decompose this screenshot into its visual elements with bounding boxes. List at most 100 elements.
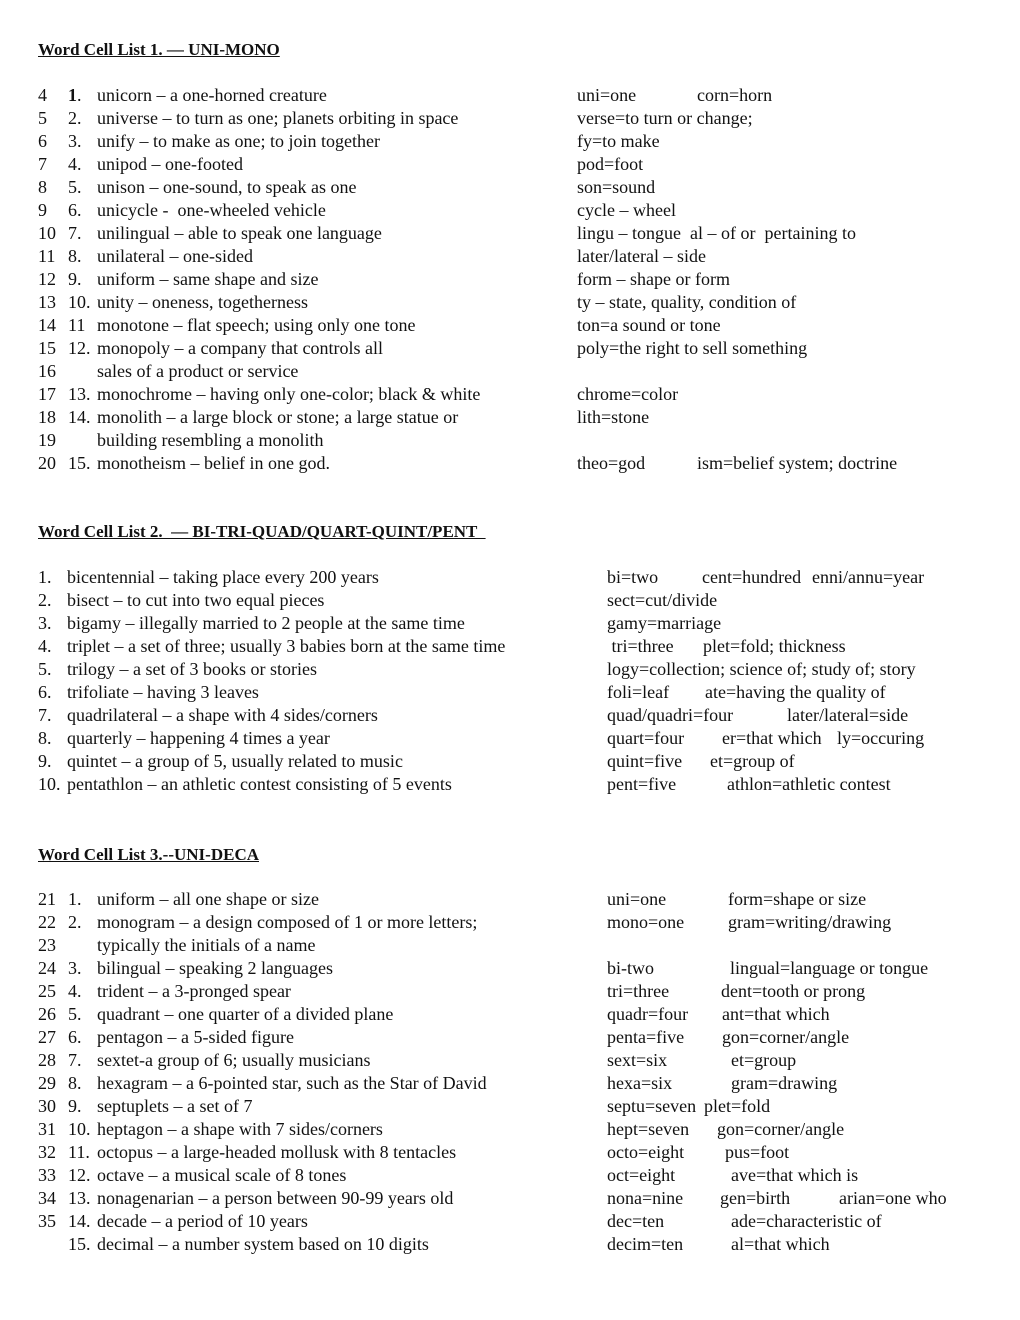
word-root: quart=four xyxy=(607,728,685,748)
line-number: 11 xyxy=(38,246,56,266)
word-root: tri=three xyxy=(607,636,674,656)
word-root: lingu – tongue al – of or pertaining to xyxy=(577,223,856,243)
word-root: quad/quadri=four xyxy=(607,705,734,725)
item-number: 11 xyxy=(68,315,86,335)
word-definition: universe – to turn as one; planets orbit… xyxy=(97,108,459,128)
item-number: 5. xyxy=(68,177,82,197)
word-root: dent=tooth or prong xyxy=(721,981,866,1001)
line-number: 30 xyxy=(38,1096,56,1116)
word-definition: pentathlon – an athletic contest consist… xyxy=(67,774,452,794)
line-number: 21 xyxy=(38,889,56,909)
word-definition: monolith – a large block or stone; a lar… xyxy=(97,407,459,427)
word-root: form – shape or form xyxy=(577,269,730,289)
word-root: cycle – wheel xyxy=(577,200,676,220)
word-root: ant=that which xyxy=(722,1004,830,1024)
item-number: 14. xyxy=(68,407,91,427)
word-definition: pentagon – a 5-sided figure xyxy=(97,1027,294,1047)
word-root: logy=collection; science of; study of; s… xyxy=(607,659,916,679)
word-root: al=that which xyxy=(731,1234,830,1254)
word-root: et=group xyxy=(731,1050,797,1070)
word-definition: decade – a period of 10 years xyxy=(97,1211,308,1231)
word-definition: monogram – a design composed of 1 or mor… xyxy=(97,912,478,932)
line-number: 9 xyxy=(38,200,47,220)
item-number: 13. xyxy=(68,1188,91,1208)
word-root: octo=eight xyxy=(607,1142,685,1162)
word-definition: bicentennial – taking place every 200 ye… xyxy=(67,567,379,587)
word-root: pus=foot xyxy=(725,1142,790,1162)
word-definition: trifoliate – having 3 leaves xyxy=(67,682,259,702)
item-number: 15. xyxy=(68,1234,91,1254)
word-definition: bilingual – speaking 2 languages xyxy=(97,958,333,978)
word-root: ly=occuring xyxy=(837,728,925,748)
item-number: 8. xyxy=(68,1073,82,1093)
word-root: pod=foot xyxy=(577,154,644,174)
word-root: ty – state, quality, condition of xyxy=(577,292,797,312)
word-root: uni=one xyxy=(607,889,667,909)
item-number: 11. xyxy=(68,1142,90,1162)
word-definition: unison – one-sound, to speak as one xyxy=(97,177,357,197)
word-root: hexa=six xyxy=(607,1073,673,1093)
item-number: 8. xyxy=(38,728,52,748)
word-root: lingual=language or tongue xyxy=(730,958,929,978)
item-number: 4. xyxy=(68,981,82,1001)
word-root: bi-two xyxy=(607,958,654,978)
word-definition: unify – to make as one; to join together xyxy=(97,131,380,151)
item-number: 6. xyxy=(38,682,52,702)
word-root: plet=fold xyxy=(704,1096,771,1116)
item-number: 4. xyxy=(38,636,52,656)
word-definition: unipod – one-footed xyxy=(97,154,243,174)
word-definition: unicycle - one-wheeled vehicle xyxy=(97,200,326,220)
word-definition: octave – a musical scale of 8 tones xyxy=(97,1165,347,1185)
line-number: 17 xyxy=(38,384,56,404)
word-root: foli=leaf xyxy=(607,682,670,702)
word-definition: unilateral – one-sided xyxy=(97,246,253,266)
word-definition: decimal – a number system based on 10 di… xyxy=(97,1234,429,1254)
section-2-heading: Word Cell List 2. — BI-TRI-QUAD/QUART-QU… xyxy=(38,522,486,541)
word-definition: triplet – a set of three; usually 3 babi… xyxy=(67,636,506,656)
word-root: quadr=four xyxy=(607,1004,689,1024)
item-number: 15. xyxy=(68,453,91,473)
word-root: lith=stone xyxy=(577,407,650,427)
item-number: 12. xyxy=(68,338,91,358)
word-definition: building resembling a monolith xyxy=(97,430,324,450)
item-number: 7. xyxy=(38,705,52,725)
item-number: 6. xyxy=(68,200,82,220)
line-number: 29 xyxy=(38,1073,56,1093)
word-root: ade=characteristic of xyxy=(731,1211,882,1231)
word-root: gen=birth xyxy=(720,1188,791,1208)
item-number: 6. xyxy=(68,1027,82,1047)
line-number: 8 xyxy=(38,177,47,197)
item-number: 2. xyxy=(38,590,52,610)
item-number: 4. xyxy=(68,154,82,174)
item-number: 5. xyxy=(38,659,52,679)
line-number: 27 xyxy=(38,1027,56,1047)
word-root: decim=ten xyxy=(607,1234,684,1254)
line-number: 35 xyxy=(38,1211,56,1231)
line-number: 7 xyxy=(38,154,47,174)
word-definition: monopoly – a company that controls all xyxy=(97,338,383,358)
word-definition: trident – a 3-pronged spear xyxy=(97,981,291,1001)
word-definition: trilogy – a set of 3 books or stories xyxy=(67,659,317,679)
word-root: ave=that which is xyxy=(731,1165,859,1185)
section-1-heading: Word Cell List 1. — UNI-MONO xyxy=(38,40,280,59)
item-number: 3. xyxy=(38,613,52,633)
word-root: later/lateral=side xyxy=(787,705,909,725)
word-definition: monotone – flat speech; using only one t… xyxy=(97,315,416,335)
item-number: 2. xyxy=(68,912,82,932)
word-root: tri=three xyxy=(607,981,670,1001)
line-number: 26 xyxy=(38,1004,56,1024)
word-root: mono=one xyxy=(607,912,685,932)
item-number: 13. xyxy=(68,384,91,404)
line-number: 20 xyxy=(38,453,56,473)
word-definition: monochrome – having only one-color; blac… xyxy=(97,384,481,404)
word-definition: typically the initials of a name xyxy=(97,935,316,955)
line-number: 33 xyxy=(38,1165,56,1185)
line-number: 16 xyxy=(38,361,56,381)
word-definition: quarterly – happening 4 times a year xyxy=(67,728,330,748)
word-root: plet=fold; thickness xyxy=(703,636,846,656)
word-definition: sextet-a group of 6; usually musicians xyxy=(97,1050,371,1070)
word-definition: uniform – same shape and size xyxy=(97,269,319,289)
line-number: 22 xyxy=(38,912,56,932)
word-root: sext=six xyxy=(607,1050,668,1070)
word-definition: monotheism – belief in one god. xyxy=(97,453,330,473)
